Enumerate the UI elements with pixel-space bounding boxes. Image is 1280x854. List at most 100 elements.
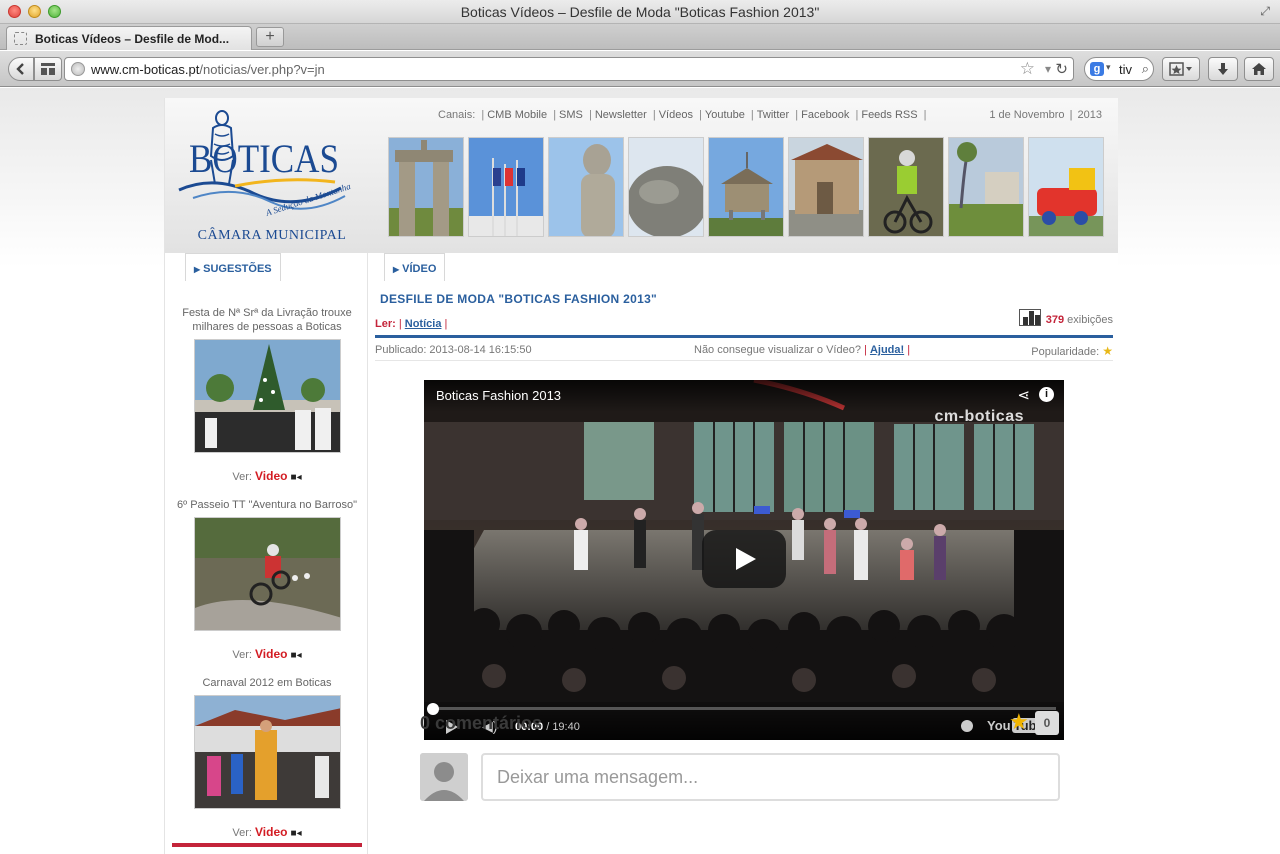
star-icon: ★ xyxy=(1102,344,1113,358)
fullscreen-icon[interactable]: ⤢ xyxy=(1260,4,1270,19)
downloads-button[interactable] xyxy=(1208,57,1238,81)
back-arrow-icon xyxy=(16,63,24,75)
progress-bar[interactable] xyxy=(432,707,1056,710)
sidebar-red-divider xyxy=(172,843,362,847)
tab-video[interactable]: ▶ VÍDEO xyxy=(384,253,446,281)
header-photo[interactable] xyxy=(868,137,944,237)
video-player[interactable]: Boticas Fashion 2013 ⋖ i cm-boticas ◀) 0… xyxy=(424,380,1064,740)
bookmarks-menu-button[interactable] xyxy=(1162,57,1200,81)
reload-icon[interactable]: ↻ xyxy=(1055,60,1068,78)
recommend-star-icon[interactable]: ★ xyxy=(1009,709,1029,735)
comment-input[interactable]: Deixar uma mensagem... xyxy=(481,753,1060,801)
header-photo[interactable] xyxy=(788,137,864,237)
download-arrow-icon xyxy=(1218,63,1228,75)
comments-count: 0 comentários xyxy=(420,713,543,733)
suggestion-title[interactable]: Carnaval 2012 em Boticas xyxy=(172,676,362,690)
search-value: tiv xyxy=(1119,62,1132,77)
popularity: Popularidade: ★ xyxy=(1031,344,1113,358)
channel-watermark: cm-boticas xyxy=(934,408,1024,425)
header-photo[interactable] xyxy=(948,137,1024,237)
main-content: ▶ VÍDEO DESFILE DE MODA "BOTICAS FASHION … xyxy=(372,253,1118,854)
show-all-tabs-button[interactable] xyxy=(34,57,62,81)
published-date: Publicado: 2013-08-14 16:15:50 xyxy=(375,344,532,356)
channels-label: Canais: xyxy=(438,109,476,121)
video-camera-icon: ■◂ xyxy=(290,472,302,483)
channel-link-cmb-mobile[interactable]: CMB Mobile xyxy=(487,109,547,121)
search-engine-dropdown-icon[interactable]: ▾ xyxy=(1106,62,1111,73)
header-photo[interactable] xyxy=(548,137,624,237)
header-photo[interactable] xyxy=(1028,137,1104,237)
bar-chart-icon xyxy=(1018,309,1041,326)
play-icon xyxy=(736,548,756,570)
window-title: Boticas Vídeos – Desfile de Moda "Botica… xyxy=(460,4,820,20)
home-icon xyxy=(1252,63,1266,75)
play-button[interactable] xyxy=(702,530,786,588)
address-text[interactable]: www.cm-boticas.pt/noticias/ver.php?v=jn xyxy=(91,62,325,77)
suggestion-item[interactable]: 6º Passeio TT "Aventura no Barroso" xyxy=(172,498,362,512)
suggestion-watch-link[interactable]: Ver: Video ■◂ xyxy=(172,825,362,839)
browser-toolbar: www.cm-boticas.pt/noticias/ver.php?v=jn … xyxy=(0,51,1280,87)
avatar xyxy=(420,753,468,801)
header-photo[interactable] xyxy=(708,137,784,237)
suggestion-item[interactable]: Carnaval 2012 em Boticas xyxy=(172,676,362,690)
google-icon: g xyxy=(1090,62,1104,76)
channels-nav: Canais: | CMB Mobile | SMS | Newsletter | Ví… xyxy=(438,109,927,121)
channel-link-feeds-rss[interactable]: Feeds RSS xyxy=(861,109,917,121)
current-date: 1 de Novembro | 2013 xyxy=(989,109,1102,121)
watch-later-icon[interactable] xyxy=(961,720,973,732)
suggestion-watch-link[interactable]: Ver: Video ■◂ xyxy=(172,469,362,483)
suggestion-title[interactable]: Festa de Nª Srª da Livração trouxe milha… xyxy=(172,306,362,334)
suggestion-item[interactable]: Festa de Nª Srª da Livração trouxe milha… xyxy=(172,306,362,334)
grid-icon xyxy=(41,63,55,75)
share-icon[interactable]: ⋖ xyxy=(1017,386,1030,404)
help-line: Não consegue visualizar o Vídeo? | Ajuda… xyxy=(694,344,911,356)
video-camera-icon: ■◂ xyxy=(290,828,302,839)
channel-link-newsletter[interactable]: Newsletter xyxy=(595,109,647,121)
video-title: DESFILE DE MODA "BOTICAS FASHION 2013" xyxy=(380,292,658,306)
suggestion-thumbnail[interactable] xyxy=(194,339,341,453)
video-camera-icon: ■◂ xyxy=(290,650,302,661)
channel-link-sms[interactable]: SMS xyxy=(559,109,583,121)
meta-divider xyxy=(375,360,1113,361)
logo-text: BOTICAS xyxy=(189,136,339,181)
search-icon: ⌕ xyxy=(1141,61,1149,76)
logo-caption: CÂMARA MUNICIPAL xyxy=(197,228,347,243)
suggestion-watch-link[interactable]: Ver: Video ■◂ xyxy=(172,647,362,661)
suggestion-thumbnail[interactable] xyxy=(194,695,341,809)
user-silhouette-icon xyxy=(420,753,468,801)
home-button[interactable] xyxy=(1244,57,1274,81)
player-title[interactable]: Boticas Fashion 2013 xyxy=(436,388,561,403)
tab-bar: Boticas Vídeos – Desfile de Mod... + xyxy=(0,24,1280,50)
header-photo[interactable] xyxy=(628,137,704,237)
bookmark-star-icon[interactable]: ☆ xyxy=(1020,59,1035,79)
header-photo[interactable] xyxy=(468,137,544,237)
channel-link-facebook[interactable]: Facebook xyxy=(801,109,849,121)
info-icon[interactable]: i xyxy=(1039,387,1054,402)
views-counter: 379 exibições xyxy=(1018,309,1113,326)
reader-dropdown-icon[interactable]: ▾ xyxy=(1045,62,1051,76)
channel-link-videos[interactable]: Vídeos xyxy=(659,109,693,121)
tab-suggestions[interactable]: ▶ SUGESTÕES xyxy=(185,253,281,281)
address-bar[interactable]: www.cm-boticas.pt/noticias/ver.php?v=jn … xyxy=(64,57,1074,81)
channel-link-twitter[interactable]: Twitter xyxy=(757,109,789,121)
window-titlebar: Boticas Vídeos – Desfile de Moda "Botica… xyxy=(0,0,1280,24)
site-header: BOTICAS A Sedução da Montanha CÂMARA MUN… xyxy=(165,98,1118,253)
triangle-right-icon: ▶ xyxy=(393,265,400,274)
channel-link-youtube[interactable]: Youtube xyxy=(705,109,745,121)
read-news-link[interactable]: Notícia xyxy=(405,318,442,330)
suggestion-title[interactable]: 6º Passeio TT "Aventura no Barroso" xyxy=(172,498,362,512)
boticas-logo-icon: BOTICAS A Sedução da Montanha xyxy=(178,110,352,218)
header-photo[interactable] xyxy=(388,137,464,237)
page-favicon-icon xyxy=(14,32,27,45)
bookmarks-icon xyxy=(1169,62,1192,76)
search-field[interactable]: g ▾ tiv ⌕ xyxy=(1084,57,1154,81)
new-tab-button[interactable]: + xyxy=(256,27,284,47)
read-links: Ler: | Notícia | xyxy=(375,318,448,330)
back-button[interactable] xyxy=(8,57,34,81)
site-logo[interactable]: BOTICAS A Sedução da Montanha xyxy=(175,104,355,244)
help-link[interactable]: Ajuda! xyxy=(870,344,904,356)
recommend-count: 0 xyxy=(1035,711,1059,735)
suggestion-thumbnail[interactable] xyxy=(194,517,341,631)
tab-active[interactable]: Boticas Vídeos – Desfile de Mod... xyxy=(6,26,252,50)
sidebar-suggestions: ▶ SUGESTÕES Festa de Nª Srª da Livração t… xyxy=(172,253,368,854)
